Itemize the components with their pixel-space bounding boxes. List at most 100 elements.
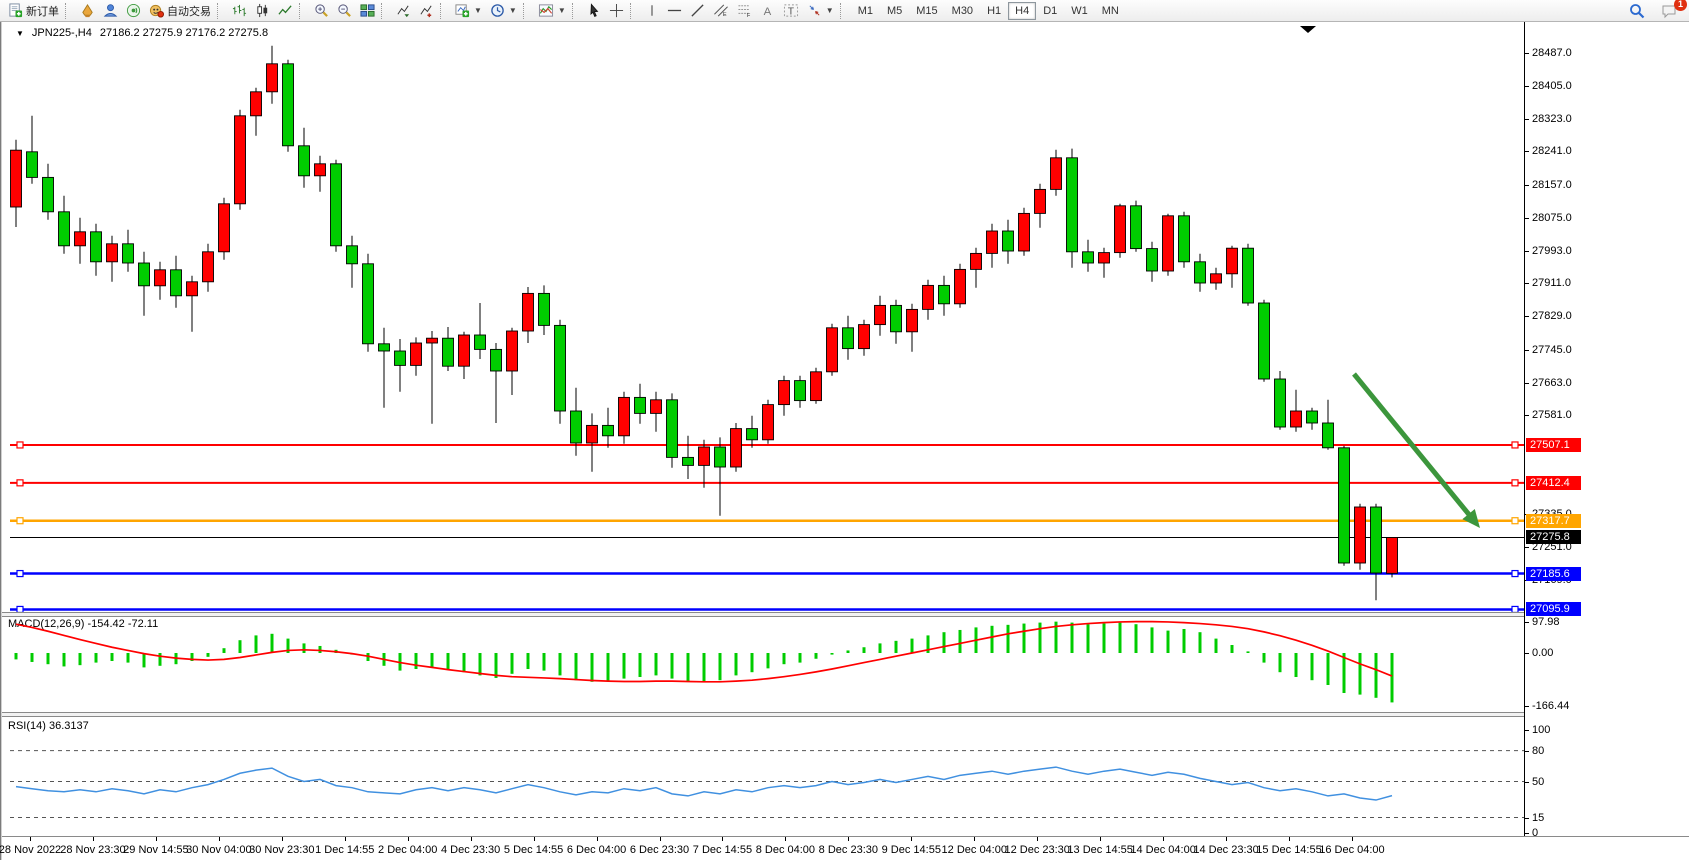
timeframe-button-mn[interactable]: MN [1095,2,1126,20]
candle-up [251,92,262,116]
date-tick-mark [219,837,220,841]
candle-up [859,325,870,349]
equidistant-channel-icon: E [713,3,729,18]
line-handle[interactable] [1512,480,1518,486]
caret-down-icon: ▼ [558,6,566,15]
trend-arrow[interactable] [1354,374,1474,520]
auto-scroll-button[interactable] [392,1,415,21]
price-tick-label: 28405.0 [1532,80,1572,92]
macd-tick-mark [1525,653,1529,654]
fibonacci-button[interactable]: F [733,1,757,21]
tile-windows-button[interactable] [356,1,379,21]
indicators-button[interactable]: ▼ [534,1,570,21]
candle-up [1227,248,1238,274]
search-button[interactable] [1625,1,1649,21]
cursor-button[interactable] [583,1,605,21]
timeframe-button-m30[interactable]: M30 [945,2,980,20]
candle-down [747,429,758,440]
line-handle[interactable] [17,480,23,486]
candle-down [139,263,150,286]
svg-text:T: T [787,6,794,17]
date-tick-mark [911,837,912,841]
price-axis[interactable]: 28487.028405.028323.028241.028157.028075… [1524,22,1689,836]
timeframe-button-m15[interactable]: M15 [909,2,944,20]
chart-shift-button[interactable] [415,1,438,21]
price-tick-label: 28487.0 [1532,47,1572,59]
rsi-tick-mark [1525,833,1529,834]
vertical-line-button[interactable] [641,1,663,21]
pane-splitter[interactable] [2,712,1689,717]
candle-down [1307,411,1318,423]
zoom-in-icon [314,3,329,18]
line-handle[interactable] [17,571,23,577]
timeframe-button-m5[interactable]: M5 [880,2,909,20]
community-button[interactable] [99,1,122,21]
bar-chart-icon [232,3,247,18]
candle-up [155,270,166,286]
channel-button[interactable]: E [709,1,733,21]
price-chart-canvas[interactable] [10,22,1524,614]
candle-down [283,64,294,146]
rsi-tick-mark [1525,751,1529,752]
macd-tick-label: 97.98 [1532,616,1560,628]
timeframe-button-h1[interactable]: H1 [980,2,1008,20]
timeframe-button-d1[interactable]: D1 [1036,2,1064,20]
gold-tool-button[interactable] [76,1,99,21]
date-axis[interactable]: 28 Nov 202228 Nov 23:3029 Nov 14:5530 No… [2,836,1689,860]
candlestick-chart-button[interactable] [251,1,274,21]
arrows-button[interactable]: ▼ [803,1,838,21]
timeframe-button-w1[interactable]: W1 [1064,2,1095,20]
notifications-button[interactable]: 1 [1657,1,1681,21]
candle-up [315,164,326,176]
date-tick-mark [974,837,975,841]
candle-down [603,425,614,435]
candle-down [299,146,310,176]
candle-down [1179,216,1190,262]
community-person-icon [103,3,118,18]
price-tick-mark [1525,151,1529,152]
zoom-out-button[interactable] [333,1,356,21]
line-handle[interactable] [1512,571,1518,577]
periodicity-button[interactable]: ▼ [486,1,521,21]
chart-shift-marker[interactable] [1300,26,1316,33]
signals-icon [126,3,141,18]
macd-canvas[interactable] [10,616,1524,712]
auto-scroll-icon [396,3,411,18]
clock-icon [490,3,505,18]
new-order-label: 新订单 [26,3,59,19]
signals-button[interactable] [122,1,145,21]
bar-chart-button[interactable] [228,1,251,21]
new-order-button[interactable]: 新订单 [4,1,63,21]
timeframe-button-h4[interactable]: H4 [1008,2,1036,20]
candle-up [203,252,214,282]
candle-down [1339,448,1350,563]
svg-text:F: F [747,13,751,18]
macd-tick-mark [1525,706,1529,707]
timeframe-button-m1[interactable]: M1 [851,2,880,20]
new-chart-button[interactable]: ▼ [451,1,486,21]
candle-up [1291,411,1302,427]
auto-trading-button[interactable]: 自动交易 [145,1,215,21]
line-handle[interactable] [1512,442,1518,448]
crosshair-button[interactable] [605,1,628,21]
rsi-tick-label: 15 [1532,812,1544,824]
horizontal-line-button[interactable] [663,1,686,21]
text-button[interactable]: A [757,1,779,21]
line-handle[interactable] [17,442,23,448]
horizontal-line-icon [667,3,682,18]
rsi-canvas[interactable] [10,718,1524,836]
line-handle[interactable] [1512,518,1518,524]
price-tick-label: 27829.0 [1532,310,1572,322]
candle-up [1051,158,1062,190]
line-chart-button[interactable] [274,1,297,21]
candle-up [507,331,518,371]
date-tick-mark [30,837,31,841]
trendline-button[interactable] [686,1,709,21]
label-button[interactable]: T [779,1,803,21]
line-handle[interactable] [17,518,23,524]
candle-up [955,269,966,303]
zoom-in-button[interactable] [310,1,333,21]
candle-down [1323,423,1334,448]
toolbar-separator [840,3,847,19]
price-line-label: 27185.6 [1526,567,1581,581]
